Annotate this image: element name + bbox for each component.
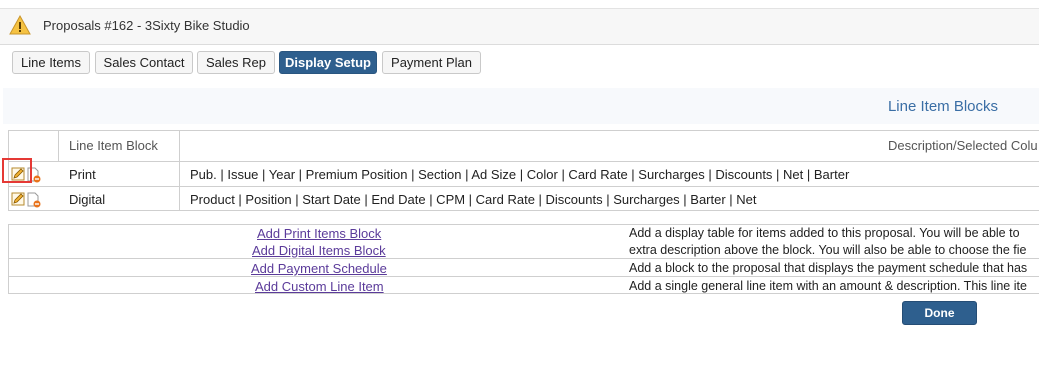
tab-sales-contact[interactable]: Sales Contact xyxy=(95,51,193,74)
option-description: extra description above the block. You w… xyxy=(629,243,1027,257)
tab-line-items[interactable]: Line Items xyxy=(12,51,90,74)
tab-payment-plan[interactable]: Payment Plan xyxy=(382,51,481,74)
edit-icon[interactable] xyxy=(11,192,25,206)
section-title: Line Item Blocks xyxy=(887,98,998,115)
done-button[interactable]: Done xyxy=(902,301,977,325)
edit-highlight-box xyxy=(2,158,32,183)
section-banner xyxy=(3,88,1039,124)
column-header-block: Line Item Block xyxy=(69,138,158,153)
add-payment-schedule-link[interactable]: Add Payment Schedule xyxy=(251,261,387,276)
option-description: Add a single general line item with an a… xyxy=(629,279,1027,293)
table-divider xyxy=(179,130,180,211)
option-description: Add a display table for items added to t… xyxy=(629,226,1020,240)
block-name: Digital xyxy=(69,192,106,207)
table-divider xyxy=(8,276,1039,277)
block-columns: Product | Position | Start Date | End Da… xyxy=(190,192,757,207)
block-columns: Pub. | Issue | Year | Premium Position |… xyxy=(190,167,850,182)
block-name: Print xyxy=(69,167,96,182)
delete-icon[interactable] xyxy=(27,192,41,208)
add-digital-items-block-link[interactable]: Add Digital Items Block xyxy=(252,243,386,258)
warning-icon xyxy=(9,14,31,36)
tab-display-setup[interactable]: Display Setup xyxy=(279,51,377,74)
add-print-items-block-link[interactable]: Add Print Items Block xyxy=(257,226,381,241)
table-divider xyxy=(8,258,1039,259)
option-description: Add a block to the proposal that display… xyxy=(629,261,1028,275)
tab-sales-rep[interactable]: Sales Rep xyxy=(197,51,275,74)
add-custom-line-item-link[interactable]: Add Custom Line Item xyxy=(255,279,384,294)
table-divider xyxy=(8,161,1039,162)
table-divider xyxy=(8,186,1039,187)
table-divider xyxy=(58,130,59,161)
column-header-description: Description/Selected Colu xyxy=(888,138,1038,153)
page-title: Proposals #162 - 3Sixty Bike Studio xyxy=(43,18,250,33)
